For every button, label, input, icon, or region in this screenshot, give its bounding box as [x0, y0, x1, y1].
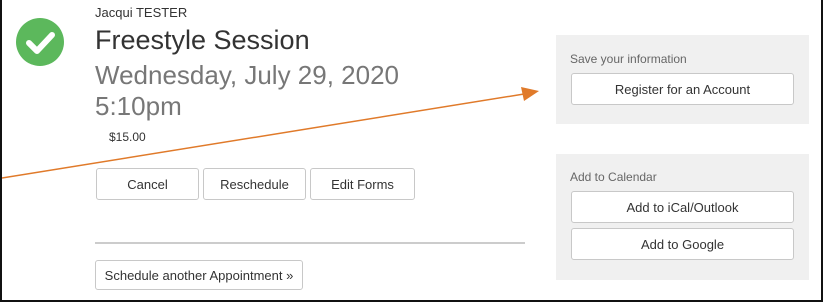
add-to-calendar-panel: Add to Calendar Add to iCal/Outlook Add …	[556, 154, 809, 280]
appointment-title: Freestyle Session	[95, 25, 310, 55]
appointment-time: 5:10pm	[95, 91, 182, 121]
register-account-button[interactable]: Register for an Account	[571, 73, 794, 105]
schedule-another-button[interactable]: Schedule another Appointment »	[95, 260, 303, 290]
add-to-calendar-title: Add to Calendar	[570, 170, 657, 184]
save-info-panel: Save your information Register for an Ac…	[556, 35, 809, 124]
cancel-button[interactable]: Cancel	[96, 168, 199, 200]
check-circle-icon	[16, 18, 64, 66]
reschedule-button[interactable]: Reschedule	[203, 168, 306, 200]
appointment-date: Wednesday, July 29, 2020	[95, 60, 400, 90]
add-to-ical-button[interactable]: Add to iCal/Outlook	[571, 191, 794, 223]
confirmation-page: Jacqui TESTER Freestyle Session Wednesda…	[0, 0, 823, 302]
appointment-price: $15.00	[109, 130, 146, 144]
divider	[95, 242, 525, 244]
save-info-title: Save your information	[570, 52, 687, 66]
client-name: Jacqui TESTER	[95, 5, 188, 20]
edit-forms-button[interactable]: Edit Forms	[310, 168, 415, 200]
add-to-google-button[interactable]: Add to Google	[571, 228, 794, 260]
